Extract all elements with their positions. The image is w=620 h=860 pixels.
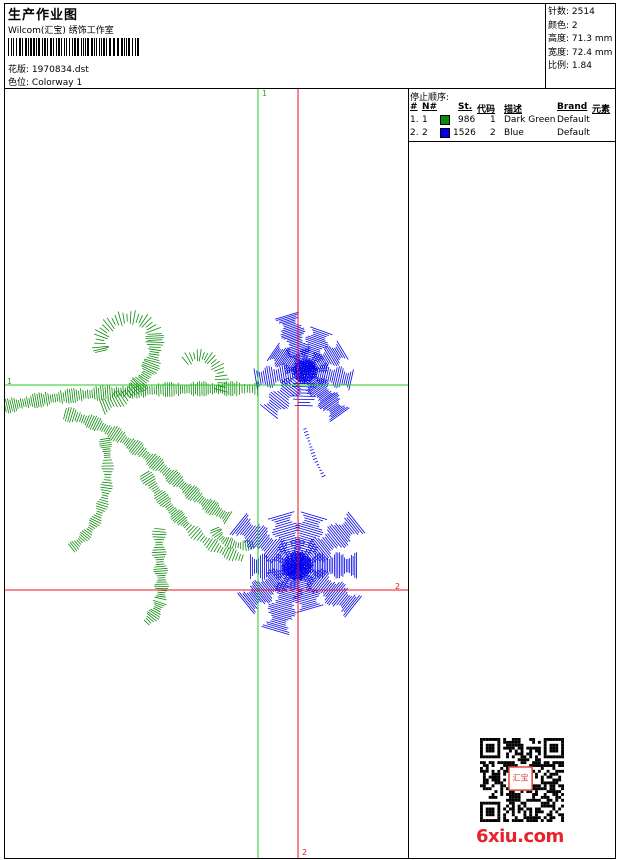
stat-height: 高度: 71.3 mm: [548, 34, 613, 44]
barcode-icon: [8, 38, 139, 56]
colorway-value: Colorway 1: [31, 78, 83, 88]
watermark-site: 6xiu.com: [476, 826, 564, 847]
color-swatch-blue: [440, 128, 450, 138]
stats-panel: 针数: 2514 颜色: 2 高度: 71.3 mm 宽度: 72.4 mm 比…: [548, 6, 612, 74]
page-title: 生产作业图: [8, 8, 79, 23]
stat-stitches: 针数: 2514: [548, 7, 595, 17]
company-name: Wilcom(汇宝) 绣饰工作室: [8, 26, 114, 36]
design-label: 花版:: [8, 65, 30, 75]
color-swatch-green: [440, 115, 450, 125]
design-file: 1970834.dst: [31, 65, 89, 75]
guide-marker-v1: 1: [262, 89, 267, 98]
embroidery-design: 1 1 2 2: [5, 89, 408, 858]
guide-marker-h2: 2: [395, 582, 400, 591]
stat-colors: 颜色: 2: [548, 20, 578, 31]
colorway-info: 色位: Colorway 1: [8, 75, 82, 88]
design-info: 花版: 1970834.dst: [8, 62, 89, 75]
qr-seal-text: 汇宝: [513, 773, 529, 783]
stat-scale: 比例: 1.84: [548, 61, 592, 71]
colorway-label: 色位:: [8, 78, 30, 88]
table-bottom-line: [408, 141, 616, 142]
guide-marker-h1: 1: [7, 377, 12, 386]
panel-divider: [408, 88, 409, 859]
guide-marker-v2: 2: [302, 848, 307, 857]
qr-code-icon: 汇宝: [480, 738, 564, 822]
stat-width: 宽度: 72.4 mm: [548, 47, 613, 58]
stats-divider: [545, 3, 546, 88]
green-stitch-layer: [5, 310, 258, 626]
